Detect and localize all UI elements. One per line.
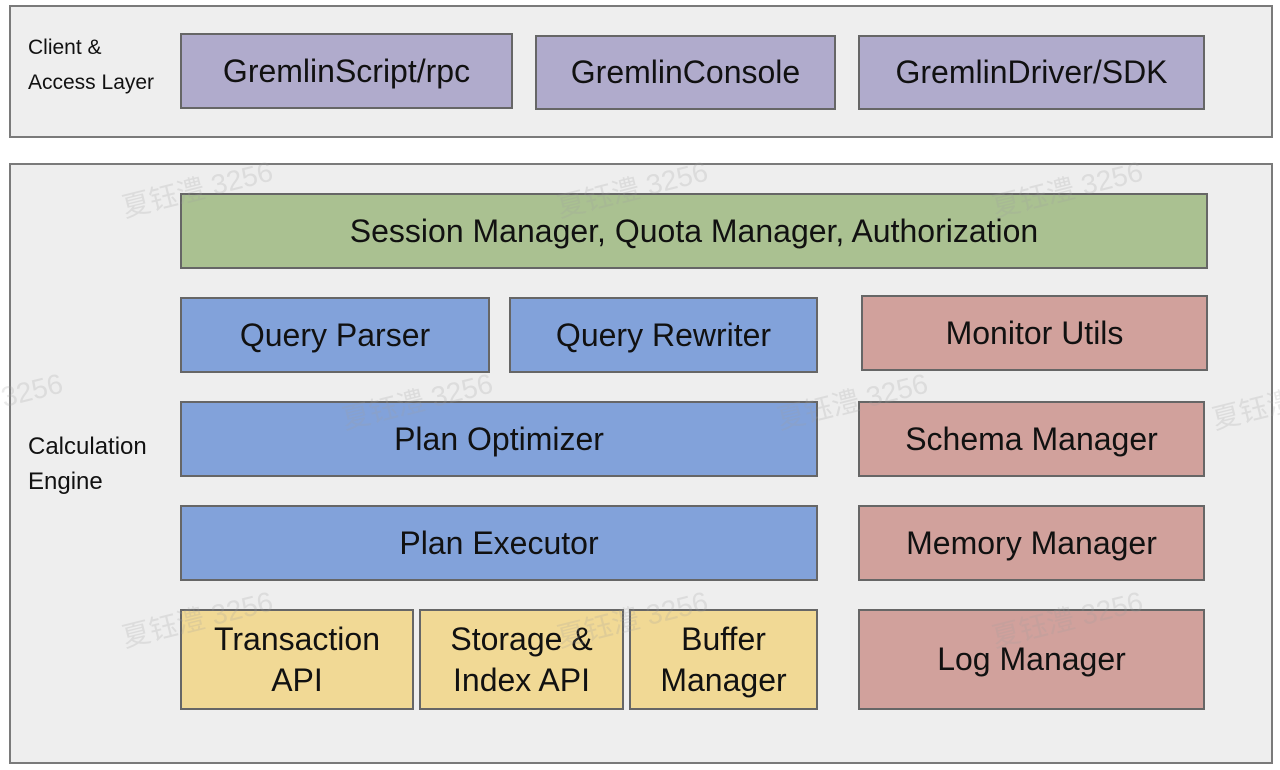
- buffer-manager-box: Buffer Manager: [629, 609, 818, 710]
- query-parser-box: Query Parser: [180, 297, 490, 373]
- plan-optimizer-box: Plan Optimizer: [180, 401, 818, 477]
- gremlin-driver-sdk-box: GremlinDriver/SDK: [858, 35, 1205, 110]
- session-quota-authorization-box: Session Manager, Quota Manager, Authoriz…: [180, 193, 1208, 269]
- transaction-api-box: Transaction API: [180, 609, 414, 710]
- storage-index-api-box: Storage & Index API: [419, 609, 624, 710]
- query-rewriter-box: Query Rewriter: [509, 297, 818, 373]
- monitor-utils-box: Monitor Utils: [861, 295, 1208, 371]
- client-access-layer-label: Client & Access Layer: [28, 36, 155, 94]
- gremlin-console-box: GremlinConsole: [535, 35, 836, 110]
- plan-executor-box: Plan Executor: [180, 505, 818, 581]
- gremlin-script-rpc-box: GremlinScript/rpc: [180, 33, 513, 109]
- memory-manager-box: Memory Manager: [858, 505, 1205, 581]
- schema-manager-box: Schema Manager: [858, 401, 1205, 477]
- log-manager-box: Log Manager: [858, 609, 1205, 710]
- calculation-engine-label: Calculation Engine: [28, 433, 147, 495]
